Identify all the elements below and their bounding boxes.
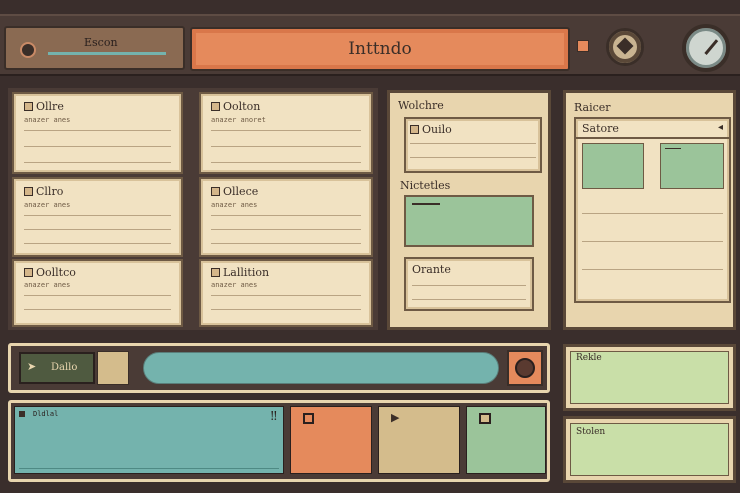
title-bar: Inttndo [190,27,570,71]
search-label: Escon [84,36,118,49]
middle-box-1-title: Ouilo [422,123,452,136]
page-title: Inttndo [348,39,412,59]
middle-panel: Wolchre Ouilo Nictetles Orante [387,90,551,330]
green-tile[interactable] [466,406,546,474]
box-icon [211,187,220,196]
control-bar: ➤ Dallo [8,343,550,393]
folder-icon [479,413,491,424]
box-icon [211,268,220,277]
orange-tile[interactable] [290,406,372,474]
search-panel[interactable]: Escon [4,26,185,70]
right-heading: Raicer [574,101,611,114]
side-box-1-label: Rekle [576,353,602,363]
teal-panel[interactable]: Dldlal ‼ [14,406,284,474]
card-title: Cllro [36,185,64,198]
card-sub: anazer anes [24,281,71,289]
record-button[interactable] [507,350,543,386]
action-button[interactable]: ➤ Dallo [19,352,95,384]
right-inner: Satore ◂ [574,117,731,303]
right-green-tile-1[interactable] [582,143,644,189]
middle-green-box[interactable] [404,195,534,247]
play-icon: ➤ [27,360,37,373]
pin-icon: ‼ [270,409,277,423]
record-icon [20,42,36,58]
teal-panel-label: Dldlal [33,410,59,418]
list-icon [19,411,25,417]
middle-box-3[interactable]: Orante [404,257,534,311]
card-1[interactable]: Ollre anazer anes [12,92,183,174]
shield-dial-icon[interactable] [606,28,644,66]
card-6[interactable]: Lallition anazer anes [199,259,373,327]
side-box-2[interactable]: Stolen [563,416,736,483]
card-sub: anazer anes [211,201,258,209]
settings-square[interactable] [577,40,589,52]
right-panel: Raicer Satore ◂ [563,90,736,330]
card-title: Oolltco [36,266,76,279]
middle-box-3-title: Orante [412,263,451,276]
card-title: Ollece [223,185,259,198]
square-icon [303,413,314,424]
card-sub: anazer anes [24,201,71,209]
tan-toggle[interactable] [97,351,129,385]
box-icon [24,268,33,277]
card-4[interactable]: Ollece anazer anes [199,177,373,257]
card-3[interactable]: Cllro anazer anes [12,177,183,257]
middle-box-1[interactable]: Ouilo [404,117,542,173]
chevron-icon: ◂ [717,122,723,133]
search-input-line[interactable] [48,52,166,55]
card-title: Lallition [223,266,270,279]
box-icon [24,102,33,111]
side-box-2-label: Stolen [576,427,606,437]
card-sub: anazer anes [24,116,71,124]
right-green-tile-2[interactable] [660,143,724,189]
card-title: Ollre [36,100,64,113]
action-button-label: Dallo [51,362,78,373]
tan-tile[interactable]: ▶ [378,406,460,474]
card-title: Oolton [223,100,261,113]
teal-slider[interactable] [143,352,499,384]
middle-heading: Wolchre [398,99,444,112]
box-icon [410,125,419,134]
middle-section-label: Nictetles [400,179,451,192]
gauge-icon[interactable] [682,24,730,72]
card-sub: anazer anoret [211,116,266,124]
box-icon [211,102,220,111]
card-5[interactable]: Oolltco anazer anes [12,259,183,327]
flag-icon: ▶ [391,411,400,424]
box-icon [24,187,33,196]
side-box-1[interactable]: Rekle [563,344,736,411]
card-2[interactable]: Oolton anazer anoret [199,92,373,174]
card-sub: anazer anes [211,281,258,289]
sort-dropdown[interactable]: Satore ◂ [576,119,729,139]
sort-dropdown-value: Satore [582,122,619,135]
